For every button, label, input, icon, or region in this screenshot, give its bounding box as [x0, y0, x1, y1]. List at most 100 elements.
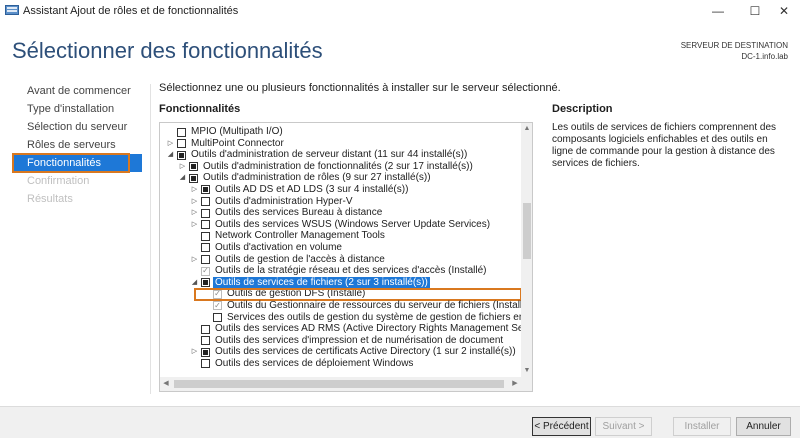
tree-item[interactable]: MPIO (Multipath I/O) — [160, 126, 517, 138]
nav-item-label: Avant de commencer — [27, 85, 131, 97]
tree-item[interactable]: ▷ Outils des services de certificats Acti… — [160, 346, 517, 358]
feature-checkbox[interactable] — [177, 150, 186, 160]
nav-item-label: Type d'installation — [27, 103, 115, 115]
feature-checkbox[interactable] — [201, 220, 210, 230]
tree-item[interactable]: Outils des services AD RMS (Active Direc… — [160, 323, 532, 335]
instruction-text: Sélectionnez une ou plusieurs fonctionna… — [159, 82, 561, 94]
tree-item[interactable]: ▷ Outils des services Bureau à distance — [160, 207, 517, 219]
triangle-right-icon[interactable]: ▷ — [190, 219, 199, 231]
cancel-button[interactable]: Annuler — [736, 417, 791, 436]
nav-item-1[interactable]: Type d'installation — [12, 100, 142, 118]
triangle-right-icon[interactable]: ▷ — [190, 184, 199, 196]
tree-item-label: MPIO (Multipath I/O) — [191, 126, 283, 137]
nav-item-label: Sélection du serveur — [27, 121, 128, 133]
triangle-right-icon[interactable]: ▷ — [178, 161, 187, 173]
tree-item-label: Outils des services de certificats Activ… — [215, 346, 516, 358]
feature-checkbox[interactable] — [201, 197, 210, 207]
tree-item[interactable]: ✓ Outils du Gestionnaire de ressources du… — [160, 300, 531, 312]
horizontal-scroll-thumb[interactable] — [174, 380, 504, 388]
feature-checkbox[interactable] — [189, 173, 198, 183]
feature-checkbox[interactable] — [201, 243, 210, 253]
tree-item-label: Network Controller Management Tools — [215, 230, 385, 242]
tree-item[interactable]: ▷ Outils de gestion de l'accès à distance — [160, 254, 517, 266]
nav-item-2[interactable]: Sélection du serveur — [12, 118, 142, 136]
feature-checkbox[interactable] — [189, 162, 198, 172]
nav-item-5: Confirmation — [12, 172, 142, 190]
scroll-down-icon[interactable]: ▼ — [521, 365, 532, 377]
triangle-right-icon[interactable]: ▷ — [190, 254, 199, 266]
tree-item[interactable]: ◢ Outils d'administration de serveur dist… — [160, 149, 517, 161]
features-tree-list: MPIO (Multipath I/O) ▷ MultiPoint Connecto… — [160, 126, 532, 370]
destination-server-name: DC-1.info.lab — [741, 52, 788, 61]
tree-item-label: Outils des services WSUS (Windows Server… — [215, 218, 491, 230]
triangle-right-icon[interactable]: ▷ — [166, 138, 175, 150]
destination-label: SERVEUR DE DESTINATION — [680, 41, 788, 50]
tree-item[interactable]: ▷ MultiPoint Connector — [160, 138, 517, 150]
tree-item-label: Outils d'administration Hyper-V — [215, 195, 353, 207]
tree-item-label: Outils des services d'impression et de n… — [215, 334, 504, 346]
nav-item-label: Confirmation — [27, 175, 90, 187]
horizontal-scrollbar[interactable]: ◀ ▶ — [160, 377, 521, 391]
tree-item-label: MultiPoint Connector — [191, 137, 284, 149]
previous-button[interactable]: < Précédent — [532, 417, 591, 436]
tree-item[interactable]: Services des outils de gestion du systèm… — [160, 312, 532, 324]
vertical-scroll-thumb[interactable] — [523, 203, 531, 259]
triangle-down-icon[interactable]: ◢ — [178, 172, 187, 184]
feature-checkbox[interactable] — [177, 139, 186, 149]
tree-item[interactable]: ✓ Outils de la stratégie réseau et des se… — [160, 265, 517, 277]
next-button[interactable]: Suivant > — [595, 417, 652, 436]
tree-item[interactable]: Outils d'activation en volume — [160, 242, 517, 254]
feature-checkbox[interactable] — [201, 359, 210, 369]
feature-checkbox[interactable] — [201, 255, 210, 265]
feature-checkbox[interactable] — [177, 127, 186, 137]
tree-item-label: Outils de gestion de l'accès à distance — [215, 253, 385, 265]
scroll-left-icon[interactable]: ◀ — [160, 377, 172, 391]
nav-item-label: Rôles de serveurs — [27, 139, 116, 151]
scrollbar-corner — [521, 377, 532, 391]
feature-checkbox[interactable] — [201, 185, 210, 195]
triangle-right-icon[interactable]: ▷ — [190, 207, 199, 219]
tree-item-label: Outils du Gestionnaire de ressources du … — [227, 299, 532, 311]
features-tree[interactable]: MPIO (Multipath I/O) ▷ MultiPoint Connecto… — [159, 122, 533, 392]
tree-item[interactable]: ▷ Outils des services WSUS (Windows Serve… — [160, 219, 517, 231]
tree-item[interactable]: ✓ Outils de gestion DFS (Installé) — [160, 288, 522, 302]
close-button[interactable]: ✕ — [766, 0, 800, 22]
triangle-down-icon[interactable]: ◢ — [190, 277, 199, 289]
nav-item-4[interactable]: Fonctionnalités — [12, 153, 142, 173]
minimize-button[interactable]: — — [700, 0, 736, 22]
feature-checkbox[interactable] — [201, 347, 210, 357]
vertical-scrollbar[interactable]: ▲ ▼ — [521, 123, 532, 377]
tree-item[interactable]: ◢ Outils de services de fichiers (2 sur 3… — [160, 276, 517, 289]
scroll-right-icon[interactable]: ▶ — [509, 377, 521, 391]
tree-item[interactable]: ▷ Outils d'administration de fonctionnali… — [160, 161, 517, 173]
triangle-right-icon[interactable]: ▷ — [190, 346, 199, 358]
feature-checkbox[interactable] — [201, 231, 210, 241]
tree-item-label: Outils d'administration de serveur dista… — [191, 149, 468, 161]
tree-item-label: Outils d'administration de fonctionnalit… — [203, 160, 473, 172]
nav-item-label: Résultats — [27, 193, 73, 205]
tree-item[interactable]: Network Controller Management Tools — [160, 230, 517, 242]
window-title: Assistant Ajout de rôles et de fonctionn… — [23, 5, 239, 17]
destination-server: SERVEUR DE DESTINATION DC-1.info.lab — [681, 40, 788, 62]
feature-checkbox: ✓ — [213, 289, 222, 299]
scroll-up-icon[interactable]: ▲ — [521, 123, 532, 135]
triangle-down-icon[interactable]: ◢ — [166, 149, 175, 161]
tree-item[interactable]: Outils des services d'impression et de n… — [160, 335, 517, 347]
tree-item[interactable]: Outils des services de déploiement Windo… — [160, 358, 517, 370]
feature-checkbox[interactable] — [201, 208, 210, 218]
install-button[interactable]: Installer — [673, 417, 731, 436]
nav-item-0[interactable]: Avant de commencer — [12, 82, 142, 100]
divider — [150, 84, 151, 394]
feature-checkbox: ✓ — [213, 300, 222, 311]
nav-item-3[interactable]: Rôles de serveurs — [12, 136, 142, 154]
feature-checkbox[interactable] — [201, 336, 210, 346]
feature-checkbox[interactable] — [213, 313, 222, 322]
tree-item-label: Outils d'activation en volume — [215, 241, 342, 253]
feature-checkbox[interactable] — [201, 324, 210, 334]
tree-item[interactable]: ▷ Outils AD DS et AD LDS (3 sur 4 install… — [160, 184, 517, 196]
tree-item-label: Outils de gestion DFS (Installé) — [227, 288, 366, 300]
tree-item[interactable]: ▷ Outils d'administration Hyper-V — [160, 196, 517, 208]
feature-checkbox[interactable] — [201, 278, 210, 288]
triangle-right-icon[interactable]: ▷ — [190, 196, 199, 208]
tree-item[interactable]: ◢ Outils d'administration de rôles (9 sur… — [160, 172, 517, 184]
